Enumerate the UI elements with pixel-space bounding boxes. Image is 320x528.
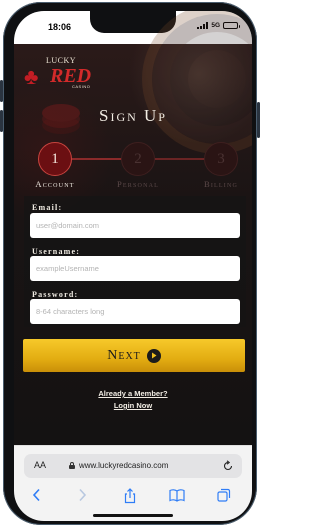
address-bar[interactable]: AA www.luckyredcasino.com [24, 454, 242, 478]
step-2-circle: 2 [121, 142, 155, 176]
share-icon[interactable] [123, 488, 137, 509]
browser-nav-bar [14, 488, 252, 508]
play-icon [146, 348, 161, 363]
power-button [257, 102, 260, 138]
tabs-icon[interactable] [217, 488, 231, 507]
username-field[interactable] [30, 256, 240, 281]
roulette-wheel-background [142, 11, 252, 154]
signup-form: Email: Username: Password: [24, 196, 246, 327]
login-now-link[interactable]: Login Now [14, 401, 252, 410]
url-text: www.luckyredcasino.com [79, 461, 169, 470]
username-label: Username: [32, 247, 81, 256]
step-connector-2 [155, 158, 206, 160]
forward-icon[interactable] [76, 488, 88, 507]
step-2-number: 2 [134, 150, 142, 167]
reload-icon[interactable] [222, 459, 234, 477]
url-display: www.luckyredcasino.com [69, 461, 168, 470]
step-3-number: 3 [217, 150, 225, 167]
step-3-circle: 3 [204, 142, 238, 176]
home-indicator [93, 514, 173, 517]
text-size-button[interactable]: AA [34, 460, 46, 470]
status-time: 18:06 [48, 22, 72, 32]
volume-up-button [0, 80, 3, 102]
email-label: Email: [32, 203, 63, 212]
already-member-link[interactable]: Already a Member? [14, 389, 252, 398]
phone-frame: 18:06 5G ♣ LUCKY RED CASINO Sign Up 1 2 … [0, 2, 260, 525]
page-title: Sign Up [99, 106, 167, 125]
email-field[interactable] [30, 213, 240, 238]
screen: 18:06 5G ♣ LUCKY RED CASINO Sign Up 1 2 … [14, 11, 252, 521]
back-icon[interactable] [31, 488, 43, 507]
logo-lucky-text: LUCKY [46, 56, 77, 65]
bookmarks-icon[interactable] [169, 488, 185, 507]
step-1-label: Account [35, 179, 75, 189]
volume-down-button [0, 110, 3, 132]
step-2-label: Personal [117, 179, 159, 189]
step-connector-1 [72, 158, 123, 160]
step-1-circle: 1 [38, 142, 72, 176]
password-label: Password: [32, 290, 79, 299]
signup-steps: 1 2 3 Account Personal Billing [14, 142, 252, 192]
browser-toolbar: AA www.luckyredcasino.com [14, 445, 252, 521]
clover-icon: ♣ [24, 64, 39, 89]
signup-page: ♣ LUCKY RED CASINO Sign Up 1 2 3 Account… [14, 11, 252, 445]
next-button-label: Next [107, 347, 141, 363]
logo-casino-text: CASINO [72, 84, 91, 89]
step-3-label: Billing [203, 179, 239, 189]
step-1-number: 1 [51, 150, 59, 167]
password-field[interactable] [30, 299, 240, 324]
lucky-red-logo[interactable]: ♣ LUCKY RED CASINO [24, 54, 104, 89]
next-button[interactable]: Next [23, 339, 245, 372]
lock-icon [69, 462, 75, 469]
